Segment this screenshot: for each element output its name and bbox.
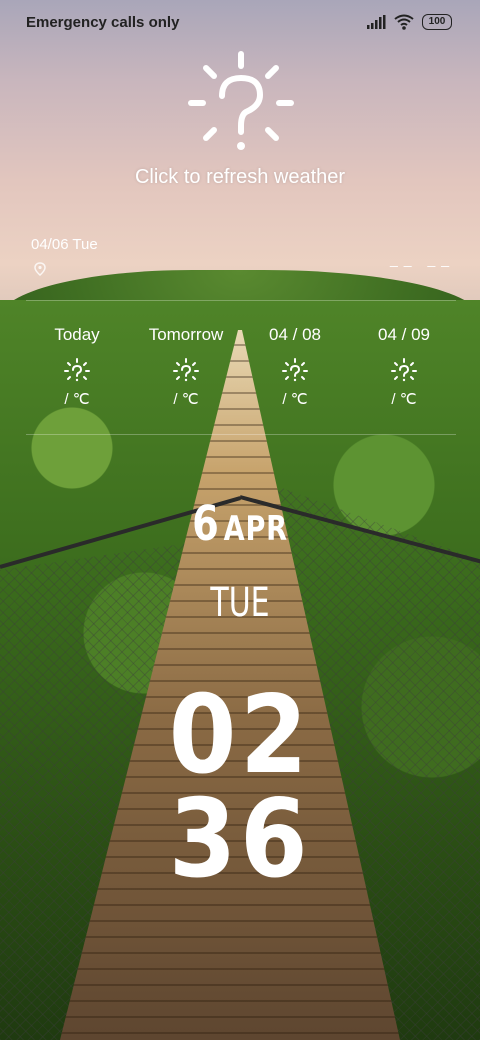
forecast-row: Today / ℃ Tomorrow / ℃ 04 / 08 / ℃ 04 / … (0, 320, 480, 420)
divider-bottom (26, 434, 456, 435)
forecast-label: 04 / 09 (378, 325, 430, 344)
forecast-day[interactable]: 04 / 08 / ℃ (240, 320, 350, 408)
weekday: TUE (210, 580, 270, 626)
forecast-day[interactable]: 04 / 09 / ℃ (349, 320, 459, 408)
clock-minute: 36 (168, 777, 312, 902)
forecast-temp: / ℃ (173, 391, 199, 408)
forecast-temp: / ℃ (282, 391, 308, 408)
status-bar: Emergency calls only 100 (0, 0, 480, 44)
forecast-day[interactable]: Today / ℃ (22, 320, 132, 408)
location-pin-icon (34, 262, 46, 276)
weather-date: 04/06 Tue (31, 236, 98, 253)
wifi-icon (394, 14, 414, 30)
status-icons: 100 (366, 14, 452, 30)
lockscreen-date: 6 APR (48, 496, 432, 552)
temperature-range: __ __ (390, 251, 456, 267)
clock-hour: 02 (168, 673, 312, 798)
refresh-weather-text[interactable]: Click to refresh weather (0, 166, 480, 189)
forecast-day[interactable]: Tomorrow / ℃ (131, 320, 241, 408)
forecast-label: Today (54, 325, 100, 344)
forecast-label: Tomorrow (148, 325, 224, 344)
forecast-label: 04 / 08 (269, 325, 321, 344)
date-month: APR (223, 509, 288, 549)
forecast-temp: / ℃ (391, 391, 417, 408)
sun-unknown-icon (391, 358, 417, 382)
sun-unknown-icon (282, 358, 308, 382)
forecast-temp: / ℃ (64, 391, 90, 408)
sun-unknown-icon (64, 358, 90, 382)
weather-unknown-icon[interactable] (186, 48, 296, 158)
sun-unknown-icon (173, 358, 199, 382)
signal-icon (367, 15, 386, 29)
carrier-status-text: Emergency calls only (26, 13, 180, 31)
date-day: 6 (192, 496, 219, 552)
divider-top (26, 300, 456, 301)
battery-icon: 100 (422, 14, 452, 30)
